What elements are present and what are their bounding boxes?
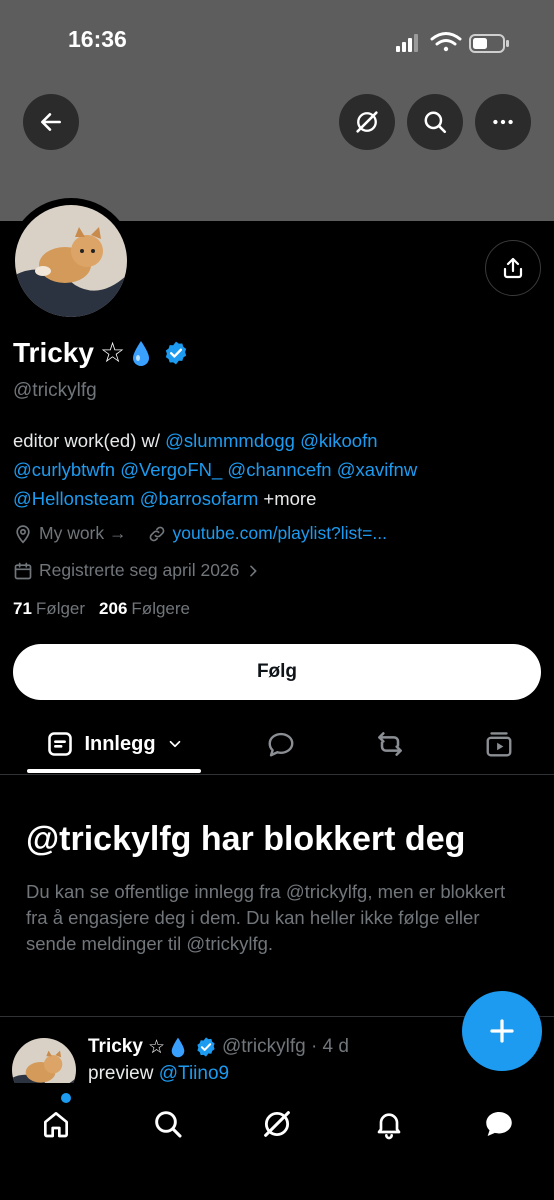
verified-badge-icon <box>197 1037 215 1057</box>
avatar-image <box>15 205 127 317</box>
signal-icon <box>396 34 418 52</box>
tab-replies[interactable] <box>256 716 306 772</box>
arrow-left-icon <box>41 113 61 131</box>
blocked-description: Du kan se offentlige innlegg fra @tricky… <box>26 881 506 954</box>
bio-mention[interactable]: @kikoofn <box>300 430 377 451</box>
profile-name: Tricky <box>13 336 94 368</box>
profile-handle: @trickylfg <box>13 380 97 401</box>
profile-location: My work → <box>39 523 127 543</box>
search-button[interactable] <box>407 94 463 150</box>
home-notification-dot <box>61 1093 71 1103</box>
tab-reposts[interactable] <box>365 716 415 772</box>
messages-icon <box>486 1111 512 1137</box>
home-icon <box>44 1112 68 1138</box>
nav-messages[interactable] <box>474 1099 524 1149</box>
bio-mention[interactable]: @curlybtwfn <box>13 459 115 480</box>
post-star-symbol: ☆ <box>147 1036 165 1058</box>
repost-icon <box>378 732 402 756</box>
following-label: Følger <box>35 599 86 618</box>
profile-bio: editor work(ed) w/ @slummmdogg @kikoofn … <box>13 426 543 513</box>
bio-mention[interactable]: @channcefn <box>227 459 331 480</box>
water-drop-icon <box>133 340 150 366</box>
blocked-title: @trickylfg har blokkert deg <box>26 820 466 858</box>
star-symbol: ☆ <box>99 336 126 369</box>
tab-media[interactable] <box>474 716 524 772</box>
location-pin-icon <box>16 524 30 544</box>
bio-mention[interactable]: @slummmdogg <box>165 430 295 451</box>
search-icon <box>424 111 447 134</box>
profile-tabs: Innlegg <box>0 716 554 775</box>
follow-button[interactable]: Følg <box>13 644 541 700</box>
wifi-icon <box>430 32 462 52</box>
profile-joined: Registrerte seg april 2026 <box>39 560 240 580</box>
status-icons <box>394 28 514 56</box>
bell-icon <box>377 1113 401 1140</box>
profile-name-row: Tricky ☆ <box>13 336 189 369</box>
bio-mention[interactable]: @xavifnw <box>337 459 417 480</box>
media-icon <box>486 732 512 757</box>
post-body-text: preview <box>88 1063 154 1084</box>
reply-bubble-icon <box>268 732 294 757</box>
status-time: 16:36 <box>68 26 127 52</box>
nav-home[interactable] <box>31 1099 81 1149</box>
more-button[interactable] <box>475 94 531 150</box>
compose-button[interactable] <box>462 991 542 1071</box>
profile-joined-row[interactable]: Registrerte seg april 2026 <box>13 560 261 581</box>
tab-posts[interactable]: Innlegg <box>40 716 190 772</box>
post-author-name[interactable]: Tricky <box>88 1036 143 1058</box>
post-handle-time: @trickylfg · 4 d <box>221 1036 349 1057</box>
post-mention[interactable]: @Tiino9 <box>159 1063 229 1084</box>
profile-meta-row: My work → youtube.com/playlist?list=... <box>13 523 387 544</box>
nav-grok[interactable] <box>252 1099 302 1149</box>
chevron-down-icon <box>169 740 180 748</box>
share-icon <box>503 257 523 279</box>
more-horizontal-icon <box>493 119 513 125</box>
chevron-right-icon <box>250 565 257 576</box>
post-body[interactable]: preview @Tiino9 <box>88 1063 229 1085</box>
nav-notifications[interactable] <box>364 1099 414 1149</box>
bottom-nav <box>0 1083 554 1200</box>
followers-count: 206 <box>99 599 128 618</box>
following-count: 71 <box>13 599 32 618</box>
followers-link[interactable]: 206 Følgere <box>99 599 190 619</box>
bio-mention[interactable]: @VergoFN_ <box>120 459 222 480</box>
verified-badge-icon[interactable] <box>163 340 189 366</box>
profile-website-link[interactable]: youtube.com/playlist?list=... <box>173 523 387 544</box>
slash-circle-icon <box>356 111 378 133</box>
battery-icon <box>469 34 509 53</box>
share-button[interactable] <box>485 240 541 296</box>
posts-icon <box>48 732 73 756</box>
tab-posts-label: Innlegg <box>84 732 156 755</box>
water-drop-icon <box>171 1037 185 1058</box>
bio-mention[interactable]: @barrosofarm <box>140 488 259 509</box>
bio-suffix: +more <box>263 488 317 509</box>
grok-icon <box>264 1111 290 1137</box>
search-icon <box>155 1111 182 1138</box>
followers-label: Følgere <box>131 599 190 618</box>
follow-counts: 71 Følger 206 Følgere <box>13 599 190 619</box>
post-header: Tricky ☆ @trickylfg · 4 d <box>88 1036 349 1058</box>
nav-search[interactable] <box>143 1099 193 1149</box>
bio-prefix: editor work(ed) w/ <box>13 430 161 451</box>
grok-button[interactable] <box>339 94 395 150</box>
active-tab-indicator <box>27 769 201 773</box>
profile-avatar[interactable] <box>8 198 134 324</box>
bio-mention[interactable]: @Hellonsteam <box>13 488 135 509</box>
link-icon <box>149 526 164 541</box>
following-link[interactable]: 71 Følger <box>13 599 85 619</box>
plus-icon <box>490 1019 514 1043</box>
back-button[interactable] <box>23 94 79 150</box>
calendar-icon <box>14 562 32 579</box>
